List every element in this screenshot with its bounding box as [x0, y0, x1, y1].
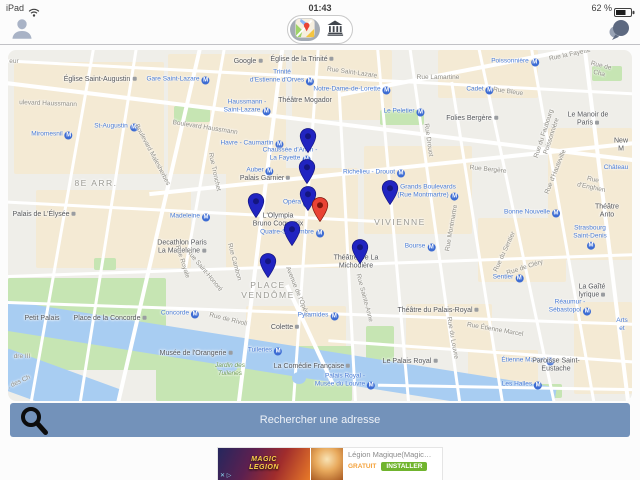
chat-bubble-icon [607, 30, 631, 45]
screen: iPad 01:43 62 % eurÉglise Saint-Augustin… [0, 0, 640, 480]
toolbar-divider [0, 44, 640, 45]
ad-free-label: GRATUIT [348, 463, 376, 470]
person-icon [9, 30, 35, 45]
map-label-metro: BourseM [405, 243, 436, 252]
ad-game-title: MAGIC LEGION [249, 456, 279, 471]
ad-actions-row: GRATUIT INSTALLER [348, 462, 438, 471]
museum-icon [326, 19, 344, 40]
poi-icon [433, 359, 437, 363]
museum-view-button[interactable] [320, 18, 350, 41]
status-battery-percent: 62 % [591, 3, 612, 13]
map-label-poi: Le Manoir de Paris [566, 112, 610, 129]
map-pin-blue[interactable] [284, 221, 301, 252]
map-park [94, 258, 116, 270]
map-label-area: 8E ARR. [74, 178, 117, 188]
profile-button[interactable] [8, 16, 36, 44]
metro-icon: M [427, 244, 435, 252]
metro-icon: M [547, 358, 555, 366]
ad-install-button[interactable]: INSTALLER [381, 462, 427, 471]
poi-icon [202, 249, 206, 253]
ad-title: Légion Magique(Magic… [348, 450, 438, 459]
map-pin-blue[interactable] [260, 253, 277, 284]
ad-app-icon[interactable] [310, 448, 343, 480]
map-pin-blue[interactable] [382, 180, 399, 211]
map-pin-blue[interactable] [248, 193, 265, 224]
map-mode-segmented-control [287, 15, 353, 44]
status-time: 01:43 [0, 3, 640, 13]
map-pond [216, 356, 238, 374]
map-label-poi: La Gaîté lyrique [572, 284, 612, 301]
poi-icon [601, 293, 605, 297]
map-view-button[interactable] [290, 18, 320, 41]
metro-icon: M [191, 311, 199, 319]
search-address-bar[interactable]: Rechercher une adresse [10, 403, 630, 437]
chat-button[interactable] [606, 18, 632, 44]
map-pin-red[interactable] [312, 197, 329, 228]
metro-icon: M [202, 214, 210, 222]
ad-banner[interactable]: MAGIC LEGION ✕ ▷ Légion Magique(Magic… G… [218, 448, 442, 480]
ad-info: Légion Magique(Magic… GRATUIT INSTALLER [343, 448, 442, 480]
map-park [592, 66, 622, 81]
map-pin-blue[interactable] [352, 239, 369, 270]
ad-game-image[interactable]: MAGIC LEGION ✕ ▷ [218, 448, 310, 480]
map-pond [292, 372, 306, 384]
map[interactable]: eurÉglise Saint-AugustinGare Saint-Lazar… [8, 50, 632, 401]
map-label-poi: Folies Bergère [446, 115, 498, 123]
search-placeholder-text: Rechercher une adresse [10, 403, 630, 437]
map-label-street: Rue Bergère [469, 164, 506, 176]
google-maps-icon [295, 18, 315, 41]
map-label-metro: ConcordeM [161, 310, 199, 319]
map-pin-blue[interactable] [300, 128, 317, 159]
map-label-street: Rue de Rivoli [208, 312, 247, 329]
ad-choices-icon[interactable]: ✕ ▷ [220, 472, 231, 479]
